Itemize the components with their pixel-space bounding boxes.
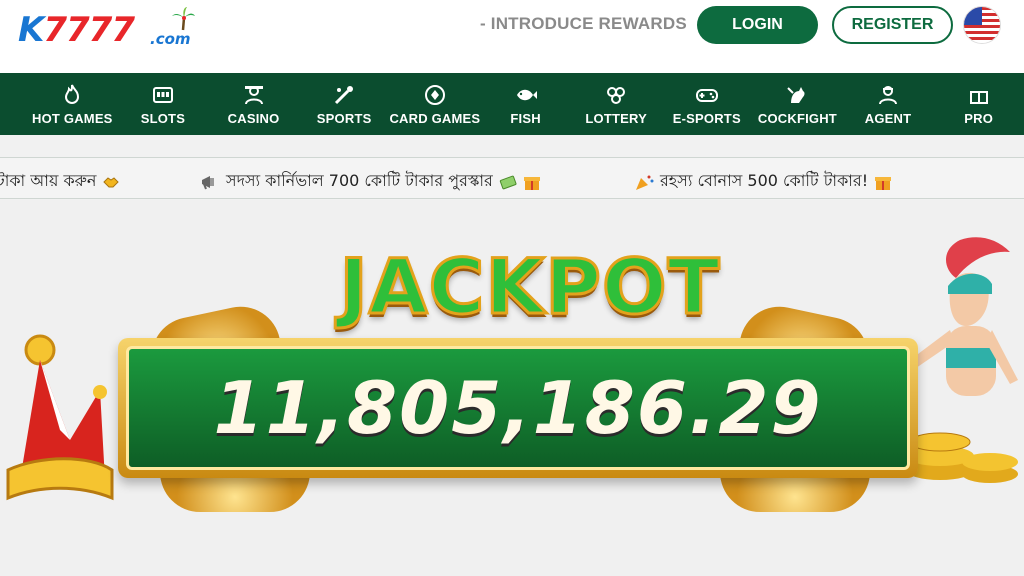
nav-label: LOTTERY [585,111,647,126]
nav-label: HOT GAMES [32,111,113,126]
megaphone-icon [202,175,214,189]
nav-item-agent[interactable]: AGENT [843,73,934,135]
nav-label: SPORTS [316,111,372,126]
us-flag-icon[interactable] [963,6,1001,44]
marquee-item: টাকা আয় করুন [0,168,120,195]
register-button[interactable]: REGISTER [832,6,953,44]
jester-hat-icon [6,334,114,501]
nav-label: PRO [964,111,994,126]
nav-item-sports[interactable]: SPORTS [299,73,390,135]
logo-letter: K [18,10,44,50]
party-popper-icon [636,175,654,190]
sports-icon [335,86,354,105]
casino-dealer-icon [244,86,263,105]
aztec-dancer-illustration [906,237,1018,483]
lottery-balls-icon [607,87,626,104]
introduce-rewards-link[interactable]: - INTRODUCE REWARDS [480,14,687,34]
jackpot-banner[interactable]: JACKPOT 11,805,186.29 [0,200,1024,576]
jackpot-amount: 11,805,186.29 [213,366,823,450]
nav-label: E-SPORTS [672,111,741,126]
nav-label: COCKFIGHT [757,111,837,126]
nav-item-lottery[interactable]: LOTTERY [571,73,662,135]
logo-digits: 7777 [43,10,135,50]
marquee-text: সদস্য কার্নিভাল 700 কোটি টাকার পুরস্কার [226,171,493,190]
jackpot-amount-frame: 11,805,186.29 [118,338,918,478]
gift-icon [523,176,540,190]
nav-label: CASINO [227,111,280,126]
announcement-marquee[interactable]: টাকা আয় করুন সদস্য কার্নিভাল 700 কোটি ট… [0,157,1024,199]
marquee-item: সদস্য কার্নিভাল 700 কোটি টাকার পুরস্কার [200,168,541,195]
nav-label: AGENT [864,111,912,126]
slot-machine-icon [152,87,173,103]
promo-icon [969,91,988,104]
nav-label: FISH [510,111,541,126]
gift-icon [875,176,892,190]
nav-item-hot-games[interactable]: HOT GAMES [27,73,118,135]
logo-wordmark: K7777 [18,10,135,50]
k7777-logo[interactable]: K7777 .com [18,4,198,50]
jackpot-amount-panel: 11,805,186.29 [126,346,910,470]
nav-item-cockfight[interactable]: COCKFIGHT [752,73,843,135]
nav-label: CARD GAMES [389,111,481,126]
flame-icon [65,84,80,104]
nav-item-e-sports[interactable]: E-SPORTS [662,73,753,135]
palm-tree-icon [172,7,195,31]
nav-item-promo[interactable]: PRO [933,73,1024,135]
main-nav: HOT GAMES SLOTS CASINO SPORTS CARD GAMES… [0,73,1024,135]
handshake-icon [103,176,120,187]
marquee-text: রহস্য বোনাস 500 কোটি টাকার! [660,171,869,190]
agent-icon [879,86,898,105]
nav-label: SLOTS [140,111,186,126]
nav-item-fish[interactable]: FISH [480,73,571,135]
logo-domain: .com [150,30,191,48]
nav-item-casino[interactable]: CASINO [208,73,299,135]
site-header: K7777 .com - INTRODUCE REWARDS LOGIN REG… [0,0,1024,73]
poker-chip-icon [424,85,445,105]
money-icon [499,175,517,189]
nav-item-slots[interactable]: SLOTS [118,73,209,135]
rooster-icon [787,87,805,103]
marquee-text: টাকা আয় করুন [0,171,97,190]
nav-item-card-games[interactable]: CARD GAMES [389,73,480,135]
marquee-item: রহস্য বোনাস 500 কোটি টাকার! [634,168,892,195]
login-button[interactable]: LOGIN [697,6,818,44]
gamepad-icon [695,89,718,102]
fish-icon [516,89,537,101]
jackpot-title: JACKPOT [338,241,721,333]
